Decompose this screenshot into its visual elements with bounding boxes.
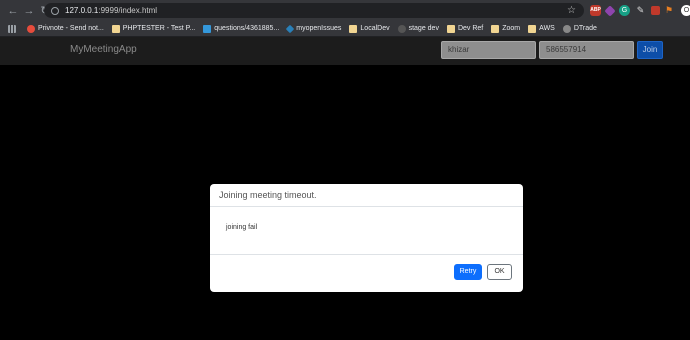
bookmark-localdev[interactable]: LocalDev: [349, 24, 390, 33]
github-icon: [397, 24, 406, 33]
jira-icon: [286, 24, 295, 33]
bookmark-stage-dev[interactable]: stage dev: [397, 24, 439, 33]
modal-header: Joining meeting timeout.: [210, 184, 523, 207]
folder-icon: [349, 24, 358, 33]
privnote-icon: [27, 24, 35, 33]
bookmark-myopenissues[interactable]: myopenIssues: [286, 24, 341, 33]
app-navbar: MyMeetingApp khizar 586557914 Join: [0, 37, 690, 65]
bookmark-dev-ref[interactable]: Dev Ref: [446, 24, 483, 33]
folder-icon: [528, 24, 537, 33]
globe-icon: [562, 24, 571, 33]
browser-toolbar: ← → ↻ 127.0.0.1:9999/index.html ☆ ABP G …: [0, 0, 690, 21]
ok-button[interactable]: OK: [487, 264, 512, 280]
flag-icon[interactable]: ⚑: [665, 5, 676, 16]
apps-button[interactable]: [8, 24, 19, 33]
pen-icon[interactable]: ✎: [635, 5, 646, 16]
phptester-icon: [111, 24, 120, 33]
site-info-icon[interactable]: [51, 6, 59, 15]
app-brand[interactable]: MyMeetingApp: [70, 44, 137, 55]
bookmark-star-icon[interactable]: ☆: [567, 3, 576, 18]
meeting-number-input[interactable]: 586557914: [539, 41, 634, 59]
modal-title: Joining meeting timeout.: [219, 190, 317, 200]
bookmarks-bar: Privnote - Send not... PHPTESTER - Test …: [0, 21, 690, 37]
bookmark-privnote[interactable]: Privnote - Send not...: [27, 24, 104, 33]
extension-icons: ABP G ✎ ⚑ O: [590, 4, 690, 17]
apps-grid-icon: [8, 24, 16, 33]
adblock-icon[interactable]: ABP: [590, 5, 601, 16]
extension-red-icon[interactable]: [651, 6, 660, 15]
modal-message: joining fail: [226, 224, 258, 231]
join-button[interactable]: Join: [637, 41, 663, 59]
timeout-modal: Joining meeting timeout. joining fail Re…: [210, 184, 523, 292]
back-icon[interactable]: ←: [6, 4, 20, 18]
stackoverflow-icon: [203, 24, 212, 33]
folder-icon: [446, 24, 455, 33]
grammarly-icon[interactable]: G: [619, 5, 630, 16]
forward-icon[interactable]: →: [22, 4, 36, 18]
address-bar[interactable]: 127.0.0.1:9999/index.html ☆: [44, 3, 584, 18]
extension-diamond-icon[interactable]: [604, 4, 616, 17]
name-input[interactable]: khizar: [441, 41, 536, 59]
bookmark-zoom[interactable]: Zoom: [491, 24, 520, 33]
folder-icon: [491, 24, 500, 33]
bookmark-dtrade[interactable]: DTrade: [562, 24, 597, 33]
modal-footer-divider: [210, 254, 523, 255]
bookmark-aws[interactable]: AWS: [528, 24, 555, 33]
retry-button[interactable]: Retry: [454, 264, 482, 280]
url-text[interactable]: 127.0.0.1:9999/index.html: [65, 6, 157, 15]
bookmark-phptester[interactable]: PHPTESTER - Test P...: [111, 24, 195, 33]
bookmark-questions[interactable]: questions/4361885...: [203, 24, 279, 33]
profile-icon[interactable]: O: [681, 5, 690, 16]
